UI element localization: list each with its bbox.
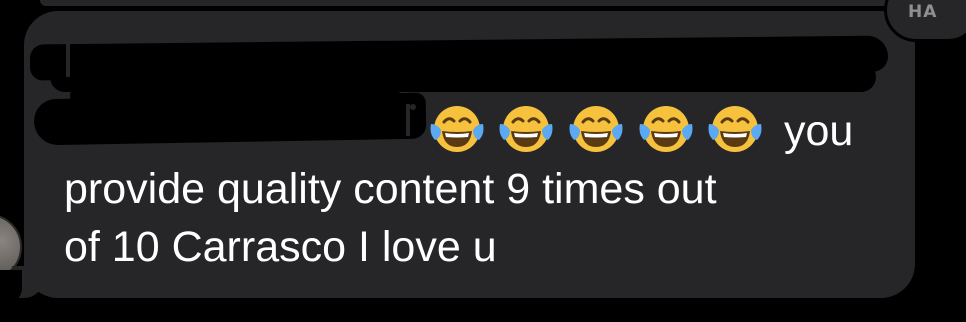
previous-message-bubble[interactable] — [40, 0, 920, 6]
message-text-line-3: of 10 Carrasco I love u — [64, 223, 497, 271]
bubble-tail-cut — [0, 270, 22, 304]
face-with-tears-of-joy-icon — [430, 106, 484, 152]
redaction-gap — [410, 104, 416, 110]
redaction-gap — [66, 43, 70, 77]
haha-reaction-icon: HA — [908, 2, 938, 22]
messages-screen: HA you provide quality content 9 times o… — [0, 0, 966, 322]
redaction-gap — [406, 104, 410, 136]
face-with-tears-of-joy-icon — [708, 106, 762, 152]
face-with-tears-of-joy-icon — [639, 106, 693, 152]
message-text-line-2: provide quality content 9 times out — [64, 165, 717, 213]
face-with-tears-of-joy-icon — [499, 106, 553, 152]
face-with-tears-of-joy-icon — [569, 106, 623, 152]
redaction-scribble — [70, 84, 400, 108]
message-text-line-1: you — [784, 107, 854, 155]
